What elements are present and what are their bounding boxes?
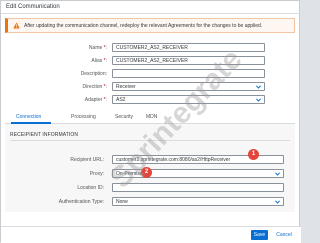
warning-banner-text: After updating the communication channel…	[24, 23, 263, 29]
name-field[interactable]: CUSTOMER2_AS2_RECEIVER	[112, 43, 265, 52]
location-id-field[interactable]	[112, 183, 284, 192]
name-label: Name *:	[88, 45, 107, 51]
tab-connection[interactable]: Connection	[16, 114, 41, 120]
cancel-button[interactable]: Cancel	[272, 230, 296, 240]
direction-select[interactable]: Receiver	[112, 82, 265, 91]
description-field[interactable]	[112, 69, 265, 78]
auth-type-select[interactable]: None	[112, 197, 284, 206]
chevron-down-icon[interactable]	[256, 98, 261, 102]
marker-1-badge: 1	[248, 149, 259, 160]
tab-bar: Connection Processing Security MDN	[5, 110, 295, 124]
section-title: RECEIPIENT INFORMATION	[10, 132, 79, 138]
location-id-label: Location ID:	[77, 185, 104, 191]
warning-banner: After updating the communication channel…	[5, 18, 295, 33]
auth-type-label: Authentication Type:	[58, 199, 104, 205]
dialog-title: Edit Communication	[6, 4, 60, 10]
tab-security[interactable]: Security	[115, 114, 133, 120]
recipient-url-label: Recipient URL:	[70, 157, 104, 163]
tab-processing[interactable]: Processing	[71, 114, 96, 120]
chevron-down-icon[interactable]	[256, 85, 261, 89]
adapter-label: Adapter *:	[84, 97, 107, 103]
alias-label: Alias *:	[91, 58, 107, 64]
proxy-label: Proxy:	[89, 171, 104, 177]
warning-icon	[13, 22, 20, 29]
edit-communication-dialog: Edit Communication After updating the co…	[0, 0, 301, 243]
chevron-down-icon[interactable]	[275, 200, 280, 204]
adapter-select[interactable]: AS2	[112, 95, 265, 104]
direction-label: Direction *:	[82, 84, 107, 90]
alias-field[interactable]: CUSTOMER2_AS2_RECEIVER	[112, 56, 265, 65]
title-divider	[1, 13, 301, 14]
description-label: Description:	[80, 71, 107, 77]
section-divider	[10, 140, 290, 141]
dialog-footer: Save Cancel	[1, 226, 301, 243]
marker-2-badge: 2	[141, 167, 152, 178]
chevron-down-icon[interactable]	[275, 172, 280, 176]
tab-mdn[interactable]: MDN	[146, 114, 157, 120]
proxy-select[interactable]: On-Premise	[112, 169, 284, 178]
save-button[interactable]: Save	[251, 230, 268, 240]
